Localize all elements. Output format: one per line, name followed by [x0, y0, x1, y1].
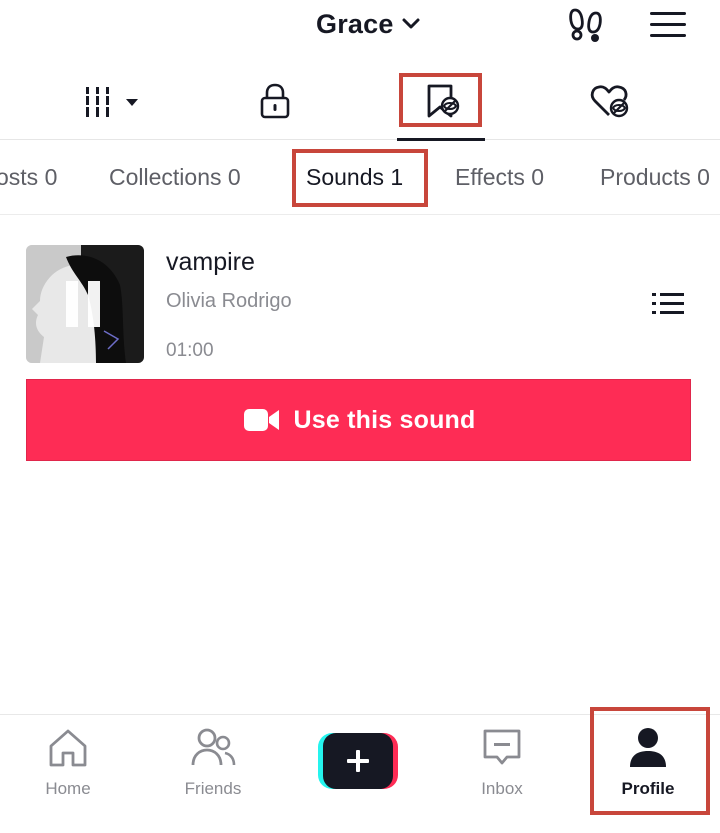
- profile-content-tabs: [0, 62, 720, 141]
- nav-home-label: Home: [45, 779, 91, 798]
- username: Grace: [316, 8, 394, 39]
- tab-videos-grid[interactable]: [70, 62, 150, 140]
- pause-icon[interactable]: [66, 281, 102, 327]
- favorites-category-tabs: osts 0 Collections 0 Sounds 1 Effects 0 …: [0, 140, 720, 215]
- tab-favorites[interactable]: [397, 62, 485, 141]
- nav-friends[interactable]: Friends: [153, 725, 273, 815]
- list-options-icon[interactable]: [650, 290, 686, 318]
- grid-icon: [84, 87, 138, 117]
- nav-inbox-label: Inbox: [481, 779, 523, 798]
- nav-home[interactable]: Home: [8, 725, 128, 815]
- nav-profile-label: Profile: [621, 779, 675, 798]
- video-camera-icon: [243, 409, 279, 431]
- hamburger-menu-icon[interactable]: [648, 8, 688, 42]
- tab-collections[interactable]: Collections 0: [109, 164, 241, 191]
- nav-friends-label: Friends: [184, 779, 242, 798]
- footprint-icon[interactable]: [566, 4, 606, 44]
- sound-duration: 01:00: [166, 340, 214, 361]
- caret-down-icon: [126, 99, 138, 106]
- profile-icon: [630, 728, 666, 767]
- bottom-navigation: Home Friends Inbox Profile: [0, 714, 720, 833]
- create-plus-icon: [347, 750, 369, 772]
- home-icon: [49, 729, 87, 767]
- tab-products[interactable]: Products 0: [600, 164, 710, 191]
- heart-hidden-icon: [590, 85, 629, 118]
- account-switcher[interactable]: Grace: [316, 8, 422, 40]
- use-this-sound-button[interactable]: Use this sound: [26, 379, 691, 461]
- sound-title: vampire: [166, 248, 255, 276]
- tab-private[interactable]: [240, 62, 310, 140]
- sound-cover-art[interactable]: [26, 245, 144, 363]
- tab-sounds[interactable]: Sounds 1: [306, 164, 403, 191]
- create-button[interactable]: [318, 733, 398, 789]
- inbox-icon: [483, 729, 521, 765]
- lock-icon: [260, 83, 290, 119]
- profile-header: Grace: [0, 0, 720, 52]
- sound-list-item[interactable]: vampire Olivia Rodrigo 01:00: [0, 230, 720, 380]
- tab-liked[interactable]: [580, 62, 640, 140]
- use-this-sound-label: Use this sound: [293, 405, 476, 434]
- sound-artist: Olivia Rodrigo: [166, 290, 292, 312]
- friends-icon: [191, 728, 236, 766]
- nav-profile[interactable]: Profile: [588, 725, 708, 815]
- bookmark-hidden-icon: [427, 84, 460, 118]
- chevron-down-icon: [402, 18, 420, 29]
- tab-effects[interactable]: Effects 0: [455, 164, 544, 191]
- nav-inbox[interactable]: Inbox: [442, 725, 562, 815]
- tab-posts[interactable]: osts 0: [0, 164, 57, 191]
